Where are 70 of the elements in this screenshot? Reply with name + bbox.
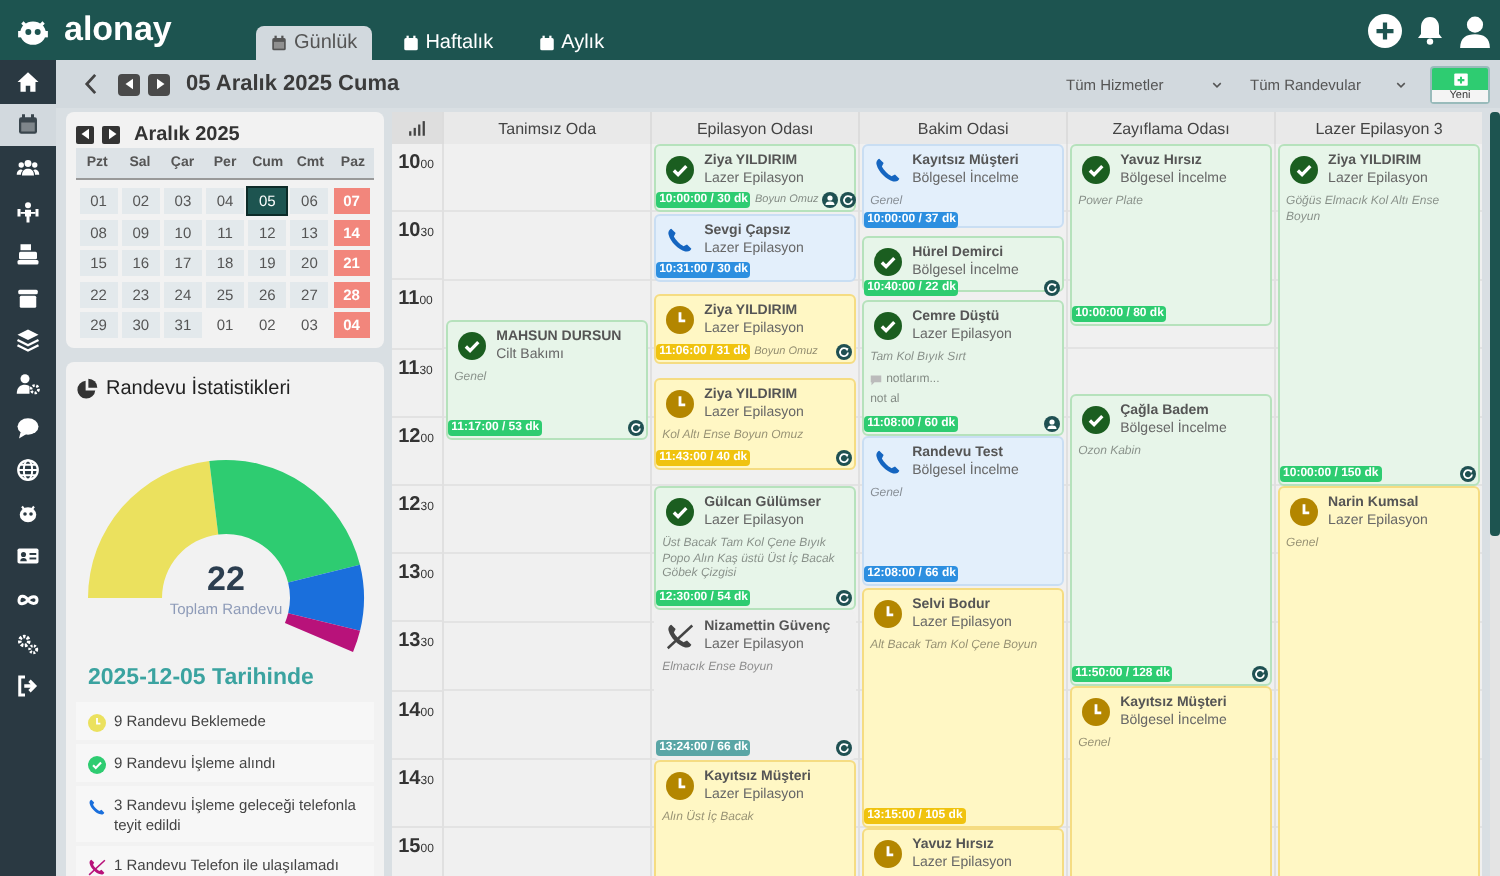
bars-icon[interactable] <box>408 119 427 137</box>
user-gear-icon <box>16 371 40 396</box>
clock-icon <box>1290 498 1319 526</box>
check-icon <box>874 247 903 276</box>
check-icon <box>1082 156 1111 184</box>
caret-icon <box>1212 79 1222 89</box>
room-header: Zayıflama Odası <box>1112 119 1230 137</box>
phone-icon <box>874 156 903 184</box>
cash-register-icon <box>16 242 40 267</box>
triangle-left-icon <box>123 78 135 90</box>
previous-month-button[interactable] <box>76 125 94 143</box>
date-heading: 2025-12-05 Tarihinde <box>88 666 316 690</box>
chat-icon <box>16 415 40 440</box>
layers-icon <box>16 328 40 353</box>
home-icon <box>16 69 40 94</box>
phone-icon <box>666 226 695 255</box>
next-month-button[interactable] <box>102 125 120 143</box>
phone-off-icon <box>666 621 695 650</box>
stats-title: Randevu İstatistikleri <box>106 377 291 399</box>
check-icon <box>1082 406 1111 435</box>
room-header: Lazer Epilasyon 3 <box>1315 119 1443 137</box>
pie-chart-icon <box>76 377 98 399</box>
robot-icon <box>16 501 40 526</box>
sidebar-item[interactable] <box>0 103 56 147</box>
previous-day-button[interactable] <box>118 73 140 95</box>
globe-icon <box>16 458 40 483</box>
check-icon <box>1290 156 1319 184</box>
check-icon <box>458 331 487 360</box>
back-chevron-icon[interactable] <box>84 72 98 96</box>
view-tab[interactable]: Aylık <box>523 26 619 60</box>
triangle-right-icon <box>153 78 165 90</box>
calendar-icon <box>270 34 288 52</box>
box-icon <box>16 285 40 310</box>
triangle-right-icon <box>105 128 117 140</box>
users-icon <box>16 155 40 180</box>
calendar-plus-icon <box>1451 69 1469 87</box>
bell-icon[interactable] <box>1414 14 1446 46</box>
logo-text: alonay <box>64 10 172 50</box>
comment-icon <box>870 374 883 386</box>
next-day-button[interactable] <box>148 73 170 95</box>
caret-icon <box>1396 79 1406 89</box>
logout-icon <box>16 674 40 699</box>
calendar-icon <box>401 34 420 52</box>
triangle-left-icon <box>79 128 91 140</box>
view-tab[interactable]: Haftalık <box>387 26 508 60</box>
scrollbar-thumb[interactable] <box>1490 112 1500 536</box>
clock-icon <box>666 390 695 419</box>
gears-icon <box>16 631 40 656</box>
clock-icon <box>1082 698 1111 727</box>
calendar-icon <box>16 112 40 137</box>
check-icon <box>666 156 695 184</box>
check-icon <box>874 311 903 339</box>
add-icon[interactable] <box>1368 13 1402 47</box>
clock-icon <box>874 600 903 629</box>
room-header: Tanimsız Oda <box>498 119 597 137</box>
view-tab[interactable]: Günlük <box>256 26 372 60</box>
total-count: 22 <box>207 560 245 600</box>
phone-icon <box>874 447 903 476</box>
clock-icon <box>666 771 695 800</box>
person-dumbbell-icon <box>16 199 40 224</box>
calendar-icon <box>537 34 556 52</box>
date-title: 05 Aralık 2025 Cuma <box>186 72 400 96</box>
id-card-icon <box>16 544 40 569</box>
clock-icon <box>666 306 695 335</box>
room-header: Epilasyon Odası <box>696 119 814 137</box>
month-title: Aralık 2025 <box>134 123 240 145</box>
check-icon <box>666 498 695 526</box>
room-header: Bakim Odasi <box>917 119 1009 137</box>
clock-icon <box>874 840 903 868</box>
user-icon[interactable] <box>1458 13 1492 47</box>
